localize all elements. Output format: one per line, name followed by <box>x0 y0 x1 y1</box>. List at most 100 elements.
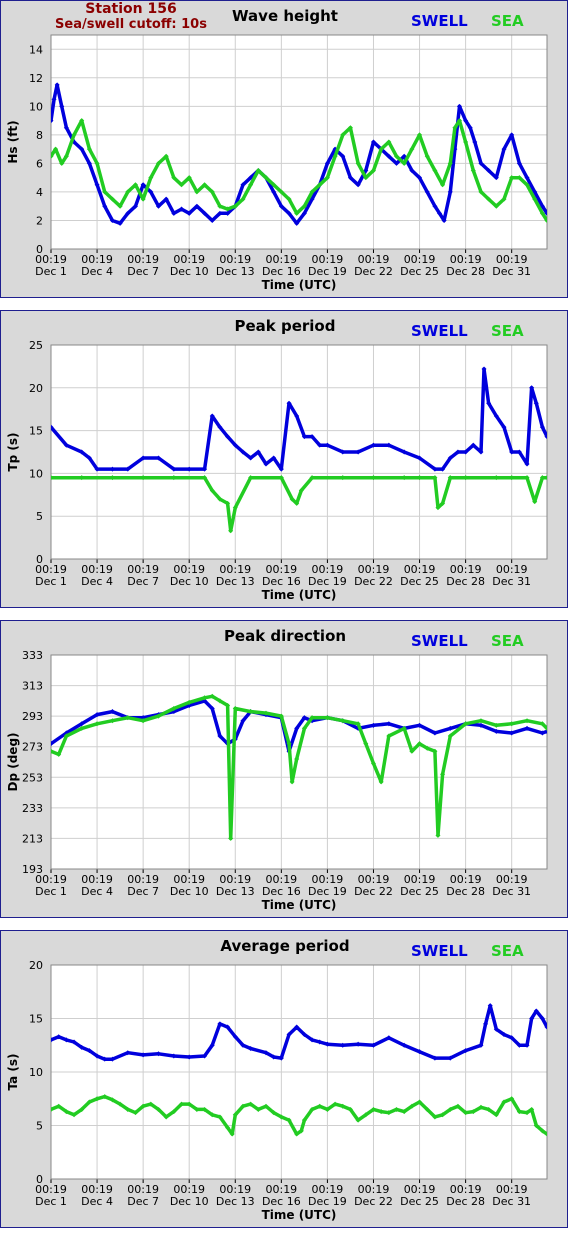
y-tick-label: 10 <box>29 100 43 113</box>
y-tick-label: 273 <box>22 741 43 754</box>
x-axis-label: Time (UTC) <box>262 588 337 602</box>
x-tick-date: Dec 16 <box>262 885 301 898</box>
y-tick-label: 233 <box>22 802 43 815</box>
peak-direction-panel: 00:19 Dec 1 00:19 Dec 4 00:19 Dec 7 00:19 Dec 1… <box>0 620 568 918</box>
y-tick-label: 10 <box>29 1066 43 1079</box>
x-tick-date: Dec 7 <box>127 575 159 588</box>
x-tick-date: Dec 13 <box>216 575 255 588</box>
chart-peak-direction: 00:19Dec 100:19Dec 400:19Dec 700:19Dec 1… <box>6 627 548 912</box>
x-axis-label: Time (UTC) <box>262 278 337 292</box>
legend-swell: SWELL <box>411 12 468 30</box>
chart-title: Peak period <box>235 317 336 335</box>
x-tick-date: Dec 13 <box>216 1195 255 1208</box>
x-tick-date: Dec 19 <box>308 265 347 278</box>
y-tick-label: 313 <box>22 680 43 693</box>
y-tick-label: 20 <box>29 959 43 972</box>
chart-average-period: 00:19Dec 100:19Dec 400:19Dec 700:19Dec 1… <box>6 937 548 1222</box>
x-tick-date: Dec 7 <box>127 1195 159 1208</box>
y-axis-label: Hs (ft) <box>6 120 20 163</box>
y-tick-label: 15 <box>29 425 43 438</box>
x-tick-date: Dec 28 <box>446 265 485 278</box>
y-tick-label: 213 <box>22 832 43 845</box>
x-tick-date: Dec 16 <box>262 1195 301 1208</box>
x-tick-date: Dec 19 <box>308 575 347 588</box>
y-axis-label: Dp (deg) <box>6 732 20 791</box>
x-tick-date: Dec 25 <box>400 265 439 278</box>
y-tick-label: 2 <box>36 214 43 227</box>
x-tick-date: Dec 10 <box>170 885 209 898</box>
cutoff-label: Sea/swell cutoff: 10s <box>55 17 207 32</box>
y-tick-label: 0 <box>36 243 43 256</box>
x-tick-date: Dec 1 <box>35 1195 67 1208</box>
x-tick-date: Dec 28 <box>446 575 485 588</box>
x-tick-date: Dec 16 <box>262 265 301 278</box>
y-tick-label: 20 <box>29 382 43 395</box>
x-tick-date: Dec 22 <box>354 885 393 898</box>
x-tick-date: Dec 28 <box>446 885 485 898</box>
x-tick-date: Dec 10 <box>170 575 209 588</box>
y-axis-label: Ta (s) <box>6 1053 20 1090</box>
x-tick-date: Dec 25 <box>400 575 439 588</box>
x-tick-date: Dec 10 <box>170 1195 209 1208</box>
x-tick-date: Dec 7 <box>127 265 159 278</box>
chart-title: Peak direction <box>224 627 346 645</box>
y-tick-label: 293 <box>22 710 43 723</box>
y-tick-label: 253 <box>22 771 43 784</box>
station-label: Station 156 Sea/swell cutoff: 10s <box>51 1 211 33</box>
x-tick-date: Dec 10 <box>170 265 209 278</box>
chart-peak-period: 00:19Dec 100:19Dec 400:19Dec 700:19Dec 1… <box>6 317 548 602</box>
y-tick-label: 5 <box>36 510 43 523</box>
legend-swell: SWELL <box>411 322 468 340</box>
average-period-panel: 00:19 Dec 1 00:19 Dec 4 00:19 Dec 7 00:19 Dec 1… <box>0 930 568 1228</box>
x-tick-date: Dec 4 <box>81 885 113 898</box>
x-tick-date: Dec 31 <box>492 885 531 898</box>
legend-sea: SEA <box>491 322 524 340</box>
plot-area <box>51 655 547 869</box>
legend-sea: SEA <box>491 632 524 650</box>
x-tick-date: Dec 13 <box>216 885 255 898</box>
y-tick-label: 333 <box>22 649 43 662</box>
x-tick-date: Dec 1 <box>35 885 67 898</box>
station-name: Station 156 <box>85 1 177 17</box>
x-tick-date: Dec 4 <box>81 575 113 588</box>
y-tick-label: 5 <box>36 1120 43 1133</box>
peak-period-panel: 00:19 Dec 1 00:19 Dec 4 00:19 Dec 7 00:19 Dec 1… <box>0 310 568 608</box>
x-tick-date: Dec 22 <box>354 265 393 278</box>
x-tick-date: Dec 31 <box>492 575 531 588</box>
x-tick-date: Dec 25 <box>400 885 439 898</box>
wave-height-panel: 00:19 Dec 1 00:19 Dec 4 00:19 Dec 7 00:19 Dec 1… <box>0 0 568 298</box>
y-tick-label: 15 <box>29 1013 43 1026</box>
y-tick-label: 4 <box>36 186 43 199</box>
x-tick-date: Dec 31 <box>492 265 531 278</box>
x-tick-date: Dec 19 <box>308 1195 347 1208</box>
x-tick-date: Dec 25 <box>400 1195 439 1208</box>
y-tick-label: 193 <box>22 863 43 876</box>
x-tick-date: Dec 22 <box>354 575 393 588</box>
chart-wave-height: 00:19Dec 100:19Dec 400:19Dec 700:19Dec 1… <box>6 7 548 292</box>
y-tick-label: 25 <box>29 339 43 352</box>
x-axis-label: Time (UTC) <box>262 898 337 912</box>
legend-swell: SWELL <box>411 942 468 960</box>
legend-sea: SEA <box>491 942 524 960</box>
x-tick-date: Dec 31 <box>492 1195 531 1208</box>
plot-area <box>51 345 547 559</box>
legend-sea: SEA <box>491 12 524 30</box>
x-tick-date: Dec 4 <box>81 1195 113 1208</box>
y-tick-label: 0 <box>36 1173 43 1186</box>
y-axis-label: Tp (s) <box>6 432 20 471</box>
x-axis-label: Time (UTC) <box>262 1208 337 1222</box>
legend-swell: SWELL <box>411 632 468 650</box>
y-tick-label: 6 <box>36 157 43 170</box>
y-tick-label: 8 <box>36 129 43 142</box>
x-tick-date: Dec 4 <box>81 265 113 278</box>
x-tick-date: Dec 7 <box>127 885 159 898</box>
x-tick-date: Dec 19 <box>308 885 347 898</box>
x-tick-date: Dec 16 <box>262 575 301 588</box>
x-tick-date: Dec 1 <box>35 265 67 278</box>
y-tick-label: 12 <box>29 72 43 85</box>
x-tick-date: Dec 1 <box>35 575 67 588</box>
y-tick-label: 10 <box>29 467 43 480</box>
x-tick-date: Dec 13 <box>216 265 255 278</box>
x-tick-date: Dec 28 <box>446 1195 485 1208</box>
y-tick-label: 14 <box>29 43 43 56</box>
